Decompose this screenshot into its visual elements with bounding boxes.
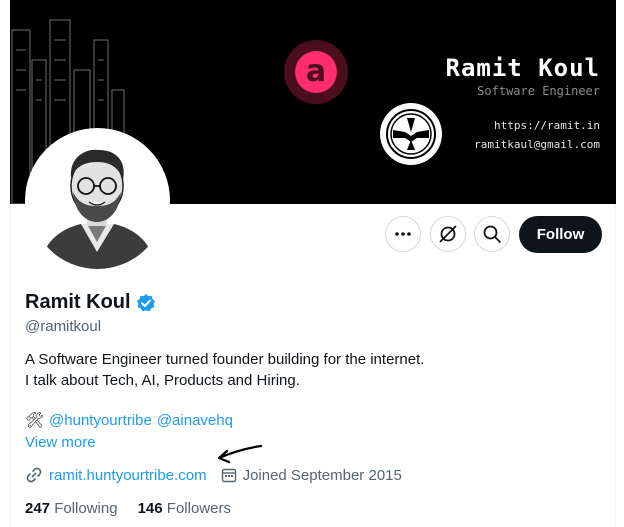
followers-label: Followers (166, 500, 231, 517)
tribe-logo (380, 103, 442, 165)
profile-meta: ramit.huntyourtribe.com Joined September… (25, 466, 402, 484)
link-icon (26, 467, 42, 483)
more-horizontal-icon (395, 232, 411, 236)
view-more-link[interactable]: View more (25, 434, 96, 451)
website-link[interactable]: ramit.huntyourtribe.com (49, 467, 207, 484)
banner-url: https://ramit.in (494, 119, 600, 132)
banner-email: ramitkaul@gmail.com (474, 138, 600, 151)
profile-avatar[interactable] (25, 128, 170, 273)
avatar-illustration (29, 132, 166, 269)
tools-emoji-icon: 🛠 (25, 412, 45, 429)
profile-bio: A Software Engineer turned founder build… (25, 349, 424, 391)
following-label: Following (54, 500, 118, 517)
mention-link[interactable]: @ainavehq (157, 412, 233, 429)
search-button[interactable] (474, 216, 510, 252)
name-row: Ramit Koul (25, 291, 156, 314)
grok-button[interactable] (430, 216, 466, 252)
following-count: 247 (25, 500, 51, 517)
more-button[interactable] (385, 216, 421, 252)
follow-stats: 247 Following 146 Followers (25, 500, 231, 517)
joined-date: Joined September 2015 (242, 466, 402, 484)
calendar-icon (221, 468, 236, 483)
grok-icon (439, 225, 457, 243)
profile-handle: @ramitkoul (25, 318, 102, 335)
follow-button[interactable]: Follow (519, 216, 602, 253)
verified-badge-icon[interactable] (136, 293, 156, 313)
brand-logo: a (284, 40, 348, 104)
banner-name: Ramit Koul (445, 54, 600, 82)
bio-mentions: 🛠 @huntyourtribe @ainavehq (25, 411, 233, 430)
followers-count: 146 (137, 500, 163, 517)
mention-link[interactable]: @huntyourtribe (49, 412, 152, 429)
hands-icon (386, 109, 436, 159)
bio-line: A Software Engineer turned founder build… (25, 351, 425, 368)
banner-role: Software Engineer (477, 84, 600, 98)
search-icon (483, 225, 501, 243)
bio-line: I talk about Tech, AI, Products and Hiri… (25, 372, 300, 389)
following-stat[interactable]: 247 Following (25, 500, 118, 517)
followers-stat[interactable]: 146 Followers (138, 500, 231, 517)
brand-logo-letter: a (295, 51, 337, 93)
display-name: Ramit Koul (25, 291, 131, 313)
